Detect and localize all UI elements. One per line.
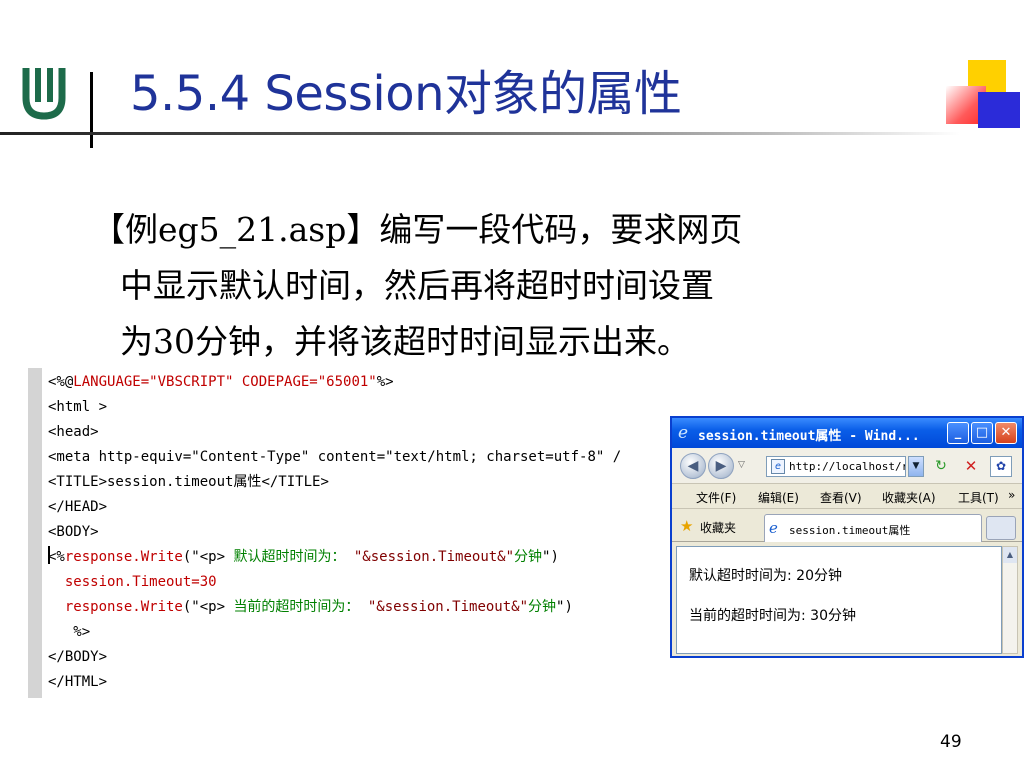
address-text: http://localhost/r bbox=[789, 460, 906, 473]
ie-logo-icon: e bbox=[678, 423, 689, 443]
body-paragraph: 【例eg5_21.asp】编写一段代码，要求网页 中显示默认时间，然后再将超时时… bbox=[92, 202, 962, 370]
code-line-13: </HTML> bbox=[48, 674, 108, 690]
code-line-11: %> bbox=[48, 624, 91, 640]
scroll-up-icon[interactable]: ▲ bbox=[1003, 547, 1017, 563]
search-provider-icon[interactable]: ✿ bbox=[990, 456, 1012, 477]
favorites-bar: ★ 收藏夹 e session.timeout属性 bbox=[672, 510, 1022, 542]
back-arrow-icon[interactable]: ◀ bbox=[680, 453, 706, 479]
tab-title: session.timeout属性 bbox=[789, 524, 911, 537]
code-line-10: response.Write("<p> 当前的超时时间为： "&session.… bbox=[48, 599, 573, 615]
tab-ie-icon: e bbox=[769, 519, 778, 537]
code-line-1: <%@LANGUAGE="VBSCRIPT" CODEPAGE="65001"%… bbox=[48, 374, 394, 390]
forward-arrow-icon[interactable]: ▶ bbox=[708, 453, 734, 479]
deco-square-blue bbox=[978, 92, 1020, 128]
content-line-default-timeout: 默认超时时间为: 20分钟 bbox=[689, 568, 842, 584]
code-line-2: <html > bbox=[48, 399, 108, 415]
close-button[interactable]: ✕ bbox=[995, 422, 1017, 444]
content-line-current-timeout: 当前的超时时间为: 30分钟 bbox=[689, 608, 856, 624]
new-tab-button[interactable] bbox=[986, 516, 1016, 540]
code-line-7: <BODY> bbox=[48, 524, 99, 540]
browser-menubar: 文件(F) 编辑(E) 查看(V) 收藏夹(A) 工具(T) » bbox=[672, 485, 1022, 509]
favorites-star-icon[interactable]: ★ bbox=[680, 517, 693, 535]
browser-window: e session.timeout属性 - Wind... _ □ ✕ ◀ ▶ … bbox=[670, 416, 1024, 658]
history-dropdown-icon[interactable]: ▽ bbox=[738, 460, 745, 470]
code-line-8: <%response.Write("<p> 默认超时时间为： "&session… bbox=[48, 546, 559, 565]
refresh-icon[interactable]: ↻ bbox=[930, 456, 952, 477]
code-line-12: </BODY> bbox=[48, 649, 108, 665]
browser-navbar: ◀ ▶ ▽ e http://localhost/r ▼ ↻ ✕ ✿ bbox=[672, 448, 1022, 484]
slide-title: 5.5.4 Session对象的属性 bbox=[130, 66, 682, 122]
vertical-scrollbar[interactable]: ▲ bbox=[1002, 546, 1018, 654]
title-vertical-bar bbox=[90, 72, 93, 148]
browser-title: session.timeout属性 - Wind... bbox=[698, 429, 920, 444]
menu-tools[interactable]: 工具(T) bbox=[958, 489, 999, 506]
code-line-9: session.Timeout=30 bbox=[48, 574, 217, 590]
code-listing: <%@LANGUAGE="VBSCRIPT" CODEPAGE="65001"%… bbox=[48, 370, 621, 695]
code-gutter bbox=[28, 368, 42, 698]
address-bar[interactable]: e http://localhost/r bbox=[766, 456, 906, 477]
menu-edit[interactable]: 编辑(E) bbox=[758, 489, 799, 506]
browser-titlebar[interactable]: e session.timeout属性 - Wind... _ □ ✕ bbox=[672, 418, 1022, 448]
code-line-6: </HEAD> bbox=[48, 499, 108, 515]
menu-favorites[interactable]: 收藏夹(A) bbox=[882, 489, 936, 506]
code-panel: <%@LANGUAGE="VBSCRIPT" CODEPAGE="65001"%… bbox=[42, 368, 682, 698]
title-underline bbox=[0, 132, 960, 135]
code-line-5: <TITLE>session.timeout属性</TITLE> bbox=[48, 474, 329, 490]
body-line-2: 中显示默认时间，然后再将超时时间设置 bbox=[120, 266, 714, 305]
minimize-button[interactable]: _ bbox=[947, 422, 969, 444]
code-line-4: <meta http-equiv="Content-Type" content=… bbox=[48, 449, 622, 465]
favorites-button[interactable]: 收藏夹 bbox=[700, 519, 736, 536]
browser-content: 默认超时时间为: 20分钟 当前的超时时间为: 30分钟 bbox=[676, 546, 1002, 654]
logo-icon bbox=[22, 68, 66, 120]
menu-view[interactable]: 查看(V) bbox=[820, 489, 862, 506]
menu-file[interactable]: 文件(F) bbox=[696, 489, 736, 506]
maximize-button[interactable]: □ bbox=[971, 422, 993, 444]
stop-icon[interactable]: ✕ bbox=[960, 456, 982, 477]
body-line-1: 【例eg5_21.asp】编写一段代码，要求网页 bbox=[92, 210, 743, 249]
body-line-3: 为30分钟，并将该超时时间显示出来。 bbox=[120, 322, 690, 361]
address-dropdown-button[interactable]: ▼ bbox=[908, 456, 924, 477]
code-line-3: <head> bbox=[48, 424, 99, 440]
menu-more-chevron[interactable]: » bbox=[1008, 488, 1015, 502]
page-icon: e bbox=[771, 459, 785, 474]
browser-tab[interactable]: e session.timeout属性 bbox=[764, 514, 982, 542]
page-number: 49 bbox=[940, 732, 962, 752]
